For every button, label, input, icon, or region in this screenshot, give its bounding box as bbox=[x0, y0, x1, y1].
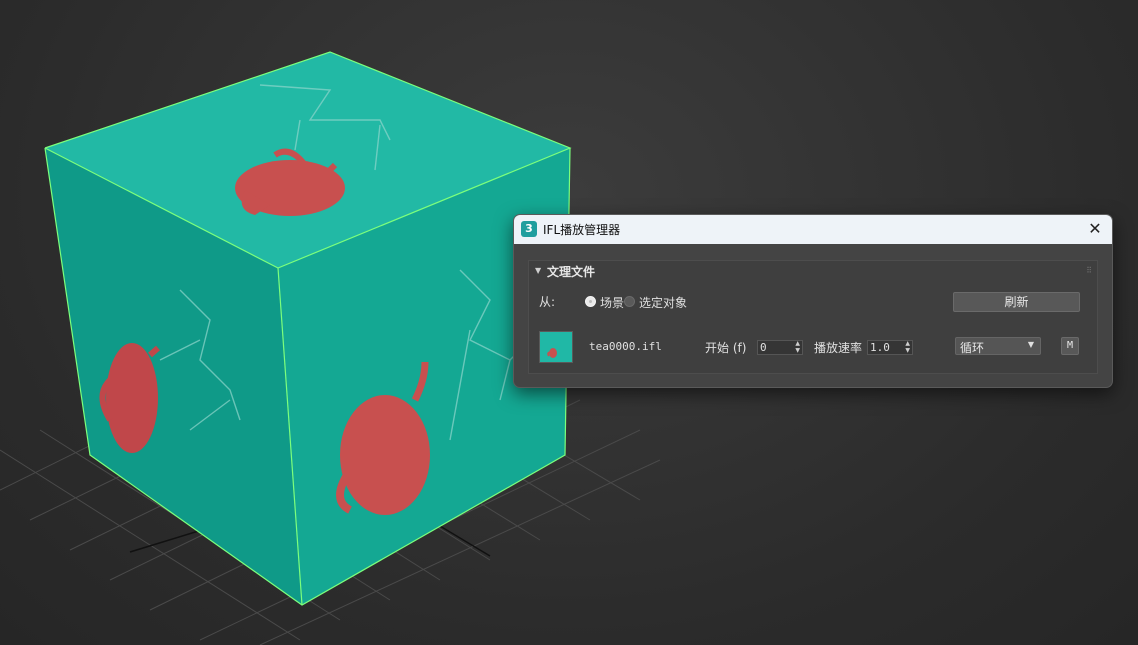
collapse-arrow-icon: ▼ bbox=[535, 266, 542, 275]
spinner-arrows-icon[interactable]: ▲ ▼ bbox=[905, 340, 910, 354]
start-frame-value: 0 bbox=[760, 341, 767, 354]
refresh-button[interactable]: 刷新 bbox=[953, 292, 1080, 312]
chevron-down-icon: ▼ bbox=[1027, 340, 1034, 349]
m-button[interactable]: M bbox=[1061, 337, 1079, 355]
start-frame-spinner[interactable]: 0 ▲ ▼ bbox=[757, 340, 803, 355]
start-frame-label: 开始 (f) bbox=[705, 341, 747, 355]
playback-rate-value: 1.0 bbox=[870, 341, 890, 354]
radio-selected-objects[interactable] bbox=[624, 296, 635, 307]
ifl-filename: tea0000.ifl bbox=[589, 340, 662, 353]
dialog-title: IFL播放管理器 bbox=[543, 223, 621, 237]
rollout-header[interactable]: ▼ 文理文件 ⠿ bbox=[529, 261, 1097, 283]
playback-rate-spinner[interactable]: 1.0 ▲ ▼ bbox=[867, 340, 913, 355]
dialog-titlebar[interactable]: 3 IFL播放管理器 ✕ bbox=[514, 215, 1112, 244]
playback-rate-label: 播放速率 bbox=[814, 341, 863, 355]
ifl-manager-dialog: 3 IFL播放管理器 ✕ ▼ 文理文件 ⠿ 从: 场景 选定对象 刷新 tea0… bbox=[513, 214, 1113, 388]
texture-thumbnail[interactable] bbox=[539, 331, 573, 363]
radio-selected-objects-label: 选定对象 bbox=[639, 296, 688, 310]
loop-mode-dropdown[interactable]: 循环 ▼ bbox=[955, 337, 1041, 355]
rollout-title: 文理文件 bbox=[547, 265, 596, 279]
texture-files-rollout: ▼ 文理文件 ⠿ 从: 场景 选定对象 刷新 tea0000.ifl 开始 (f… bbox=[528, 260, 1098, 374]
radio-scene-label: 场景 bbox=[600, 296, 625, 310]
close-button[interactable]: ✕ bbox=[1084, 219, 1106, 239]
loop-mode-value: 循环 bbox=[960, 341, 985, 355]
drag-grip-icon[interactable]: ⠿ bbox=[1086, 266, 1092, 275]
teapot-thumbnail-icon bbox=[547, 348, 557, 358]
app-logo-icon: 3 bbox=[521, 221, 537, 237]
radio-scene[interactable] bbox=[585, 296, 596, 307]
spinner-arrows-icon[interactable]: ▲ ▼ bbox=[795, 340, 800, 354]
source-label: 从: bbox=[539, 295, 556, 309]
